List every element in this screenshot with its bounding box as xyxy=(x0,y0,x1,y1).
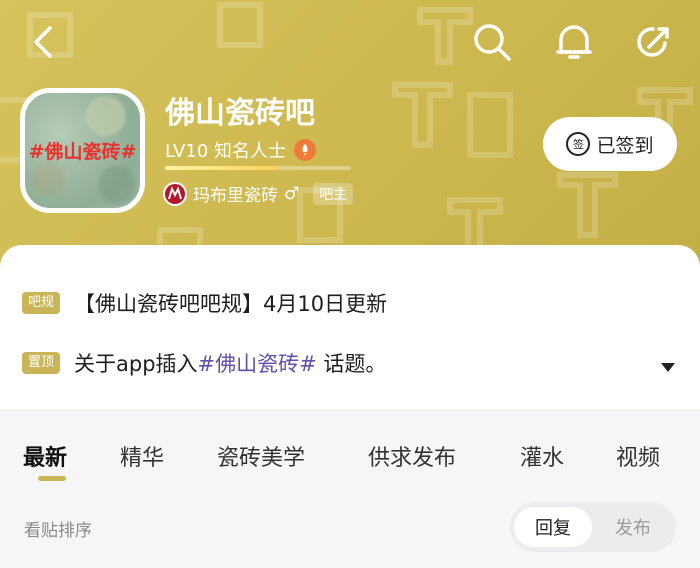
expand-notices-button[interactable] xyxy=(656,358,680,378)
search-button[interactable] xyxy=(468,18,516,66)
rules-text: 【佛山瓷砖吧吧规】4月10日更新 xyxy=(74,292,388,316)
search-icon xyxy=(474,24,511,61)
sort-by-post-button[interactable]: 发布 xyxy=(594,507,672,547)
tab-latest[interactable]: 最新 xyxy=(23,440,67,472)
forum-owner[interactable]: 玛布里瓷砖 ♂ 吧主 xyxy=(163,181,354,206)
caret-down-icon xyxy=(661,363,675,372)
tab-supply-demand[interactable]: 供求发布 xyxy=(368,440,456,472)
tab-chat[interactable]: 灌水 xyxy=(520,440,564,472)
tab-tile-aesthetics[interactable]: 瓷砖美学 xyxy=(217,440,305,472)
back-button[interactable] xyxy=(20,18,68,66)
owner-logo-icon xyxy=(165,183,185,204)
signin-icon: 签 xyxy=(566,132,591,156)
tab-video[interactable]: 视频 xyxy=(616,440,660,472)
pinned-tag: 置顶 xyxy=(22,352,61,374)
chevron-left-icon xyxy=(34,26,52,58)
forum-title: 佛山瓷砖吧 xyxy=(165,96,315,131)
owner-avatar xyxy=(163,181,187,206)
level-text: LV10 知名人士 xyxy=(165,141,286,162)
notification-button[interactable] xyxy=(550,18,598,66)
forum-rules-notice[interactable]: 吧规 【佛山瓷砖吧吧规】4月10日更新 xyxy=(22,288,387,318)
owner-name: 玛布里瓷砖 xyxy=(193,186,278,206)
level-row[interactable]: LV10 知名人士 xyxy=(165,137,316,163)
bell-icon xyxy=(556,25,592,59)
share-button[interactable] xyxy=(630,18,678,66)
level-progress-fill xyxy=(165,166,277,170)
tab-featured[interactable]: 精华 xyxy=(120,440,164,472)
male-icon: ♂ xyxy=(284,183,300,204)
owner-role-badge: 吧主 xyxy=(313,182,354,205)
pinned-prefix: 关于app插入 xyxy=(74,352,198,376)
sort-label: 看贴排序 xyxy=(24,521,92,541)
rocket-icon xyxy=(294,139,316,161)
pinned-suffix: 话题。 xyxy=(316,352,387,376)
pinned-notice[interactable]: 置顶 关于app插入 #佛山瓷砖# 话题。 xyxy=(22,348,386,378)
level-progress-bar xyxy=(165,166,351,170)
rules-tag: 吧规 xyxy=(22,292,61,314)
sort-by-reply-button[interactable]: 回复 xyxy=(514,507,592,547)
pinned-topic-link[interactable]: #佛山瓷砖# xyxy=(198,348,317,378)
signin-label: 已签到 xyxy=(596,134,654,157)
avatar-text: #佛山瓷砖# xyxy=(28,141,137,163)
forum-avatar[interactable]: #佛山瓷砖# xyxy=(20,88,145,213)
sort-toggle: 回复 发布 xyxy=(510,502,676,552)
signin-button[interactable]: 签 已签到 xyxy=(543,117,677,171)
share-icon xyxy=(637,27,669,57)
active-tab-indicator xyxy=(38,476,66,481)
